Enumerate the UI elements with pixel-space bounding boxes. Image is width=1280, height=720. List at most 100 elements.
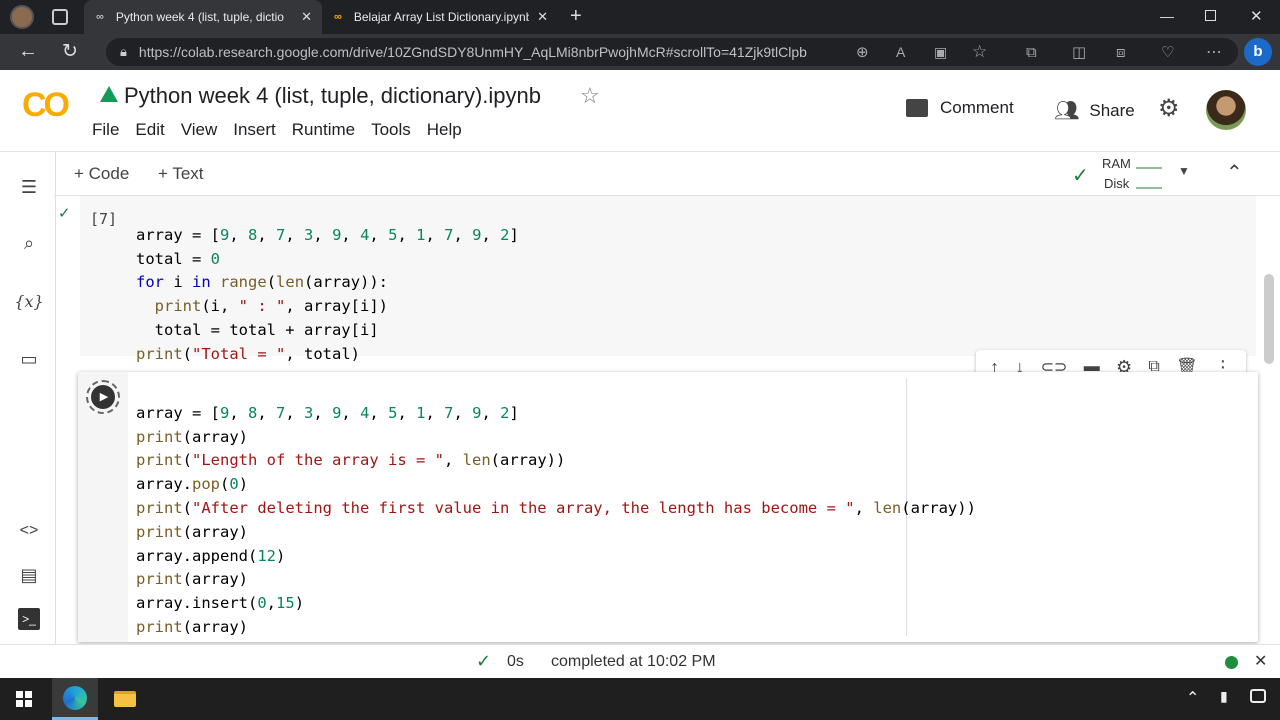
code-line: print("After deleting the first value in… bbox=[136, 498, 976, 517]
restore-icon[interactable] bbox=[1205, 10, 1216, 21]
reload-icon[interactable]: ↻ bbox=[62, 40, 78, 63]
play-icon: ▶ bbox=[91, 385, 115, 409]
notebook-main: ✓ [7] array = [9, 8, 7, 3, 9, 4, 5, 1, 7… bbox=[56, 196, 1280, 644]
status-duration: 0s bbox=[507, 653, 524, 670]
windows-taskbar: ⌃ ▮ bbox=[0, 678, 1280, 720]
command-palette-icon[interactable]: ▤ bbox=[18, 564, 40, 586]
page-title[interactable]: Python week 4 (list, tuple, dictionary).… bbox=[124, 83, 541, 109]
code-line: print(i, " : ", array[i]) bbox=[154, 297, 388, 316]
menu-help[interactable]: Help bbox=[427, 120, 462, 140]
disk-label: Disk bbox=[1104, 176, 1130, 191]
status-message: completed at 10:02 PM bbox=[551, 653, 716, 670]
menu-file[interactable]: File bbox=[92, 120, 119, 140]
performance-icon[interactable]: ♡ bbox=[1161, 43, 1174, 61]
colab-app: CO Python week 4 (list, tuple, dictionar… bbox=[0, 70, 1280, 678]
close-status-icon[interactable]: ✕ bbox=[1254, 651, 1267, 671]
code-line: print(array) bbox=[136, 427, 248, 446]
comment-button[interactable]: Comment bbox=[906, 98, 1014, 118]
bing-icon[interactable]: b bbox=[1244, 38, 1272, 66]
code-line: for i in range(len(array)): bbox=[136, 273, 389, 292]
edge-taskbar-icon[interactable] bbox=[52, 678, 98, 720]
favorite-star-icon[interactable]: ☆ bbox=[972, 42, 987, 62]
ram-meter bbox=[1136, 159, 1162, 169]
app-available-icon[interactable]: ▣ bbox=[934, 44, 947, 61]
menu-view[interactable]: View bbox=[181, 120, 218, 140]
drive-icon bbox=[100, 86, 118, 102]
search-icon[interactable]: ⌕ bbox=[18, 232, 40, 254]
tab-python-week4[interactable]: ∞ Python week 4 (list, tuple, dictio ✕ bbox=[84, 0, 322, 34]
zoom-icon[interactable]: ⊕ bbox=[856, 43, 869, 61]
collapse-chevron-icon[interactable]: ⌃ bbox=[1226, 160, 1243, 185]
file-explorer-icon[interactable] bbox=[114, 691, 136, 707]
account-avatar[interactable] bbox=[1206, 90, 1246, 130]
code-line: array.insert(0,15) bbox=[136, 594, 305, 613]
browser-tab-bar: ∞ Python week 4 (list, tuple, dictio ✕ ∞… bbox=[0, 0, 1280, 34]
runtime-dropdown-icon[interactable]: ▼ bbox=[1178, 164, 1190, 178]
files-folder-icon[interactable]: ▭ bbox=[18, 348, 40, 370]
close-tab-icon[interactable]: ✕ bbox=[301, 9, 312, 25]
connected-check-icon: ✓ bbox=[1072, 165, 1089, 187]
more-options-icon[interactable]: ⋯ bbox=[1206, 42, 1222, 62]
add-code-button[interactable]: + Code bbox=[74, 164, 129, 184]
status-check-icon: ✓ bbox=[476, 651, 492, 671]
comment-label: Comment bbox=[940, 98, 1014, 117]
run-cell-button[interactable]: ▶ bbox=[86, 380, 120, 414]
execution-count: [7] bbox=[90, 210, 118, 228]
windows-start-icon[interactable] bbox=[16, 691, 32, 707]
tray-chat-icon[interactable] bbox=[1250, 689, 1266, 703]
tab-actions-icon[interactable] bbox=[52, 9, 68, 25]
menu-runtime[interactable]: Runtime bbox=[292, 120, 355, 140]
terminal-icon[interactable]: >_ bbox=[18, 608, 40, 630]
code-line: print(array) bbox=[136, 570, 248, 589]
close-window-icon[interactable]: ✕ bbox=[1250, 7, 1263, 25]
read-aloud-icon[interactable]: A bbox=[896, 44, 905, 60]
new-tab-icon[interactable]: + bbox=[570, 5, 582, 28]
menu-bar: File Edit View Insert Runtime Tools Help bbox=[92, 120, 478, 140]
table-of-contents-icon[interactable]: ☰ bbox=[18, 176, 40, 198]
code-cell-active[interactable]: ▶ array = [9, 8, 7, 3, 9, 4, 5, 1, 7, 9,… bbox=[78, 372, 1258, 642]
url-text: https://colab.research.google.com/drive/… bbox=[138, 44, 807, 60]
share-button[interactable]: 👥︎ Share bbox=[1054, 98, 1135, 123]
code-line: print("Total = ", total) bbox=[136, 344, 360, 363]
cell-code[interactable]: array = [9, 8, 7, 3, 9, 4, 5, 1, 7, 9, 2… bbox=[136, 378, 976, 644]
code-cell[interactable]: [7] array = [9, 8, 7, 3, 9, 4, 5, 1, 7, … bbox=[80, 196, 1256, 363]
cell-run-check-icon: ✓ bbox=[58, 205, 71, 222]
variables-icon[interactable]: {x} bbox=[14, 290, 43, 312]
notebook-toolbar: + Code + Text ✓ RAM Disk ▼ ⌃ bbox=[54, 152, 1280, 196]
colab-logo[interactable]: CO bbox=[22, 86, 70, 125]
runtime-status[interactable]: ✓ RAM Disk bbox=[1070, 154, 1190, 194]
code-line: print(array) bbox=[136, 617, 248, 636]
colab-tab-icon: ∞ bbox=[334, 11, 342, 23]
menu-edit[interactable]: Edit bbox=[135, 120, 164, 140]
connection-dot-icon bbox=[1225, 656, 1238, 669]
extensions-icon[interactable]: ⧉ bbox=[1026, 44, 1037, 61]
close-tab-icon[interactable]: ✕ bbox=[537, 9, 548, 25]
split-screen-icon[interactable]: ◫ bbox=[1072, 43, 1086, 61]
minimize-icon[interactable]: — bbox=[1160, 8, 1174, 24]
scrollbar-thumb[interactable] bbox=[1264, 274, 1274, 364]
left-sidebar: ☰ ⌕ {x} ▭ <> ▤ >_ bbox=[0, 152, 56, 678]
tray-usb-icon[interactable]: ▮ bbox=[1220, 688, 1228, 705]
menu-insert[interactable]: Insert bbox=[233, 120, 276, 140]
code-snippets-icon[interactable]: <> bbox=[18, 520, 40, 542]
back-icon[interactable]: ← bbox=[18, 40, 38, 63]
tray-chevron-icon[interactable]: ⌃ bbox=[1186, 688, 1199, 708]
tab-label: Belajar Array List Dictionary.ipynb bbox=[353, 10, 529, 24]
add-text-button[interactable]: + Text bbox=[158, 164, 204, 184]
comment-icon bbox=[906, 99, 928, 117]
people-icon: 👥︎ bbox=[1054, 100, 1080, 122]
collections-icon[interactable]: ⧈ bbox=[1116, 44, 1126, 61]
ram-label: RAM bbox=[1102, 156, 1131, 171]
code-line: total = 0 bbox=[136, 249, 220, 268]
code-line: print(array) bbox=[136, 522, 248, 541]
tab-belajar-array[interactable]: ∞ Belajar Array List Dictionary.ipynb ✕ bbox=[322, 0, 558, 34]
lock-icon: 🔒︎ bbox=[120, 44, 127, 59]
star-icon[interactable]: ☆ bbox=[580, 83, 600, 109]
code-line: array.pop(0) bbox=[136, 475, 249, 494]
url-field[interactable]: 🔒︎ https://colab.research.google.com/dri… bbox=[106, 38, 1238, 66]
settings-gear-icon[interactable]: ⚙ bbox=[1158, 94, 1180, 123]
menu-tools[interactable]: Tools bbox=[371, 120, 411, 140]
address-bar-row: ← ↻ 🔒︎ https://colab.research.google.com… bbox=[0, 34, 1280, 70]
profile-avatar[interactable] bbox=[10, 5, 34, 29]
code-line: total = total + array[i] bbox=[136, 320, 379, 339]
